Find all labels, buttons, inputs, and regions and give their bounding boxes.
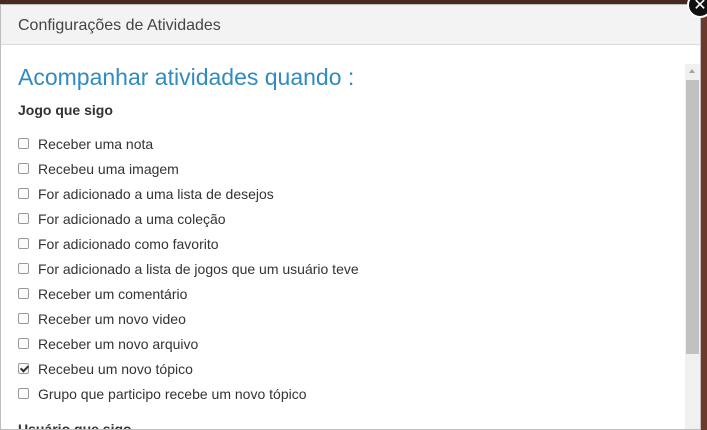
option-novo-topico[interactable]: Recebeu um novo tópico (18, 356, 359, 381)
checkbox[interactable] (18, 288, 29, 299)
section-label-jogo: Jogo que sigo (18, 102, 113, 118)
option-label: Recebeu uma imagem (38, 160, 179, 177)
option-colecao[interactable]: For adicionado a uma coleção (18, 206, 359, 231)
option-label: For adicionado como favorito (38, 235, 219, 252)
option-arquivo[interactable]: Receber um novo arquivo (18, 331, 359, 356)
option-favorito[interactable]: For adicionado como favorito (18, 231, 359, 256)
checkbox-checked[interactable] (18, 363, 29, 374)
activity-settings-dialog: Configurações de Atividades Acompanhar a… (0, 4, 701, 430)
option-label: Recebeu um novo tópico (38, 360, 193, 377)
section-label-usuario: Usuário que sigo (18, 421, 132, 430)
option-label: Receber um novo video (38, 310, 186, 327)
option-label: For adicionado a lista de jogos que um u… (38, 260, 359, 277)
checkbox[interactable] (18, 338, 29, 349)
option-lista-jogos[interactable]: For adicionado a lista de jogos que um u… (18, 256, 359, 281)
option-label: Grupo que participo recebe um novo tópic… (38, 385, 307, 402)
scrollbar-thumb[interactable] (686, 80, 699, 354)
option-lista-desejos[interactable]: For adicionado a uma lista de desejos (18, 181, 359, 206)
checkbox[interactable] (18, 388, 29, 399)
option-label: Receber um novo arquivo (38, 335, 199, 352)
options-list: Receber uma nota Recebeu uma imagem For … (18, 131, 359, 406)
checkbox[interactable] (18, 238, 29, 249)
option-video[interactable]: Receber um novo video (18, 306, 359, 331)
checkbox[interactable] (18, 188, 29, 199)
checkbox[interactable] (18, 163, 29, 174)
checkbox[interactable] (18, 263, 29, 274)
option-label: For adicionado a uma lista de desejos (38, 185, 274, 202)
option-receber-nota[interactable]: Receber uma nota (18, 131, 359, 156)
vertical-scrollbar[interactable] (685, 64, 700, 429)
page-heading: Acompanhar atividades quando : (18, 64, 355, 90)
option-label: For adicionado a uma coleção (38, 210, 226, 227)
scroll-up-icon[interactable] (689, 69, 695, 73)
dialog-titlebar: Configurações de Atividades (1, 5, 700, 45)
checkbox[interactable] (18, 313, 29, 324)
option-label: Receber uma nota (38, 135, 154, 152)
dialog-content: Acompanhar atividades quando : Jogo que … (1, 45, 684, 430)
checkbox[interactable] (18, 213, 29, 224)
option-label: Receber um comentário (38, 285, 188, 302)
option-comentario[interactable]: Receber um comentário (18, 281, 359, 306)
dialog-title: Configurações de Atividades (18, 17, 221, 34)
option-grupo-topico[interactable]: Grupo que participo recebe um novo tópic… (18, 381, 359, 406)
checkbox[interactable] (18, 138, 29, 149)
option-recebeu-imagem[interactable]: Recebeu uma imagem (18, 156, 359, 181)
